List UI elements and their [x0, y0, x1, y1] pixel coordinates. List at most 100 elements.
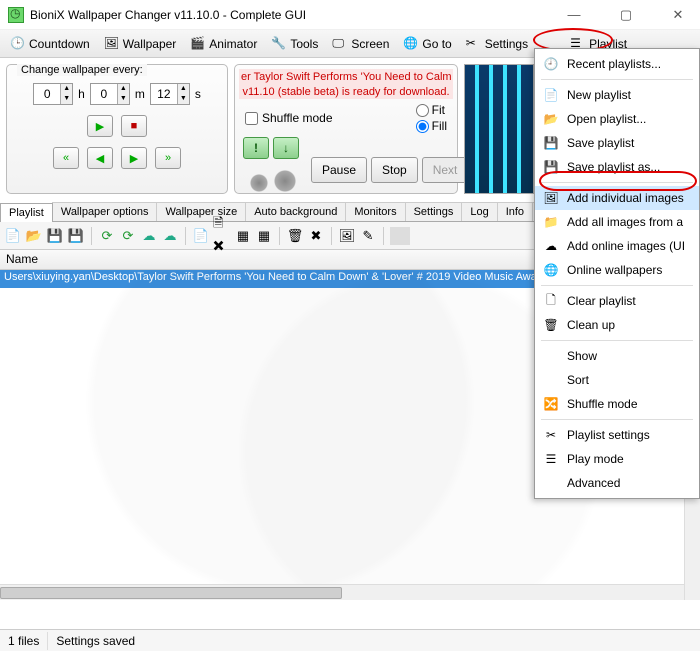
dd-save[interactable]: 💾Save playlist	[535, 131, 699, 155]
new-doc-icon[interactable]: 📄	[192, 227, 210, 245]
tab-playlist[interactable]: Playlist	[0, 203, 53, 222]
stop-button[interactable]: Stop	[371, 157, 418, 183]
scroll-thumb[interactable]	[0, 587, 342, 599]
edit-icon[interactable]: ✎	[359, 227, 377, 245]
pause-button[interactable]: Pause	[311, 157, 367, 183]
dd-online-wp[interactable]: 🌐 Online wallpapers	[535, 258, 699, 282]
hours-input[interactable]	[34, 84, 60, 104]
save-icon[interactable]: 💾	[46, 227, 64, 245]
dd-add-images-label: Add individual images	[567, 191, 684, 205]
seconds-label: s	[195, 87, 201, 101]
tab-auto-background[interactable]: Auto background	[245, 202, 346, 221]
update-panel: er Taylor Swift Performs 'You Need to Ca…	[234, 64, 458, 194]
new-icon[interactable]: 📄	[4, 227, 22, 245]
play-button[interactable]: ▶	[87, 115, 113, 137]
refresh-folder-icon[interactable]: ⟳	[119, 227, 137, 245]
mark-bad-button[interactable]: ↓	[273, 137, 299, 159]
close-button[interactable]: ✕	[664, 7, 692, 23]
crossed-tools-icon: ✂	[466, 36, 482, 52]
tab-wallpaper-size[interactable]: Wallpaper size	[156, 202, 246, 221]
seconds-input[interactable]	[151, 84, 177, 104]
clapper-icon: 🎬	[190, 36, 206, 52]
dd-recent[interactable]: 🕘Recent playlists...	[535, 52, 699, 76]
dd-add-online-label: Add online images (UI	[567, 239, 685, 253]
dd-online-wp-label: Online wallpapers	[567, 263, 662, 277]
dd-clean[interactable]: 🗑Clean up	[535, 313, 699, 337]
tab-info[interactable]: Info	[497, 202, 533, 221]
globe-icon: 🌐	[543, 262, 559, 278]
dd-new[interactable]: 📄New playlist	[535, 83, 699, 107]
dd-clean-label: Clean up	[567, 318, 615, 332]
next-small-button[interactable]: ▶	[121, 147, 147, 169]
playlist-dropdown: 🕘Recent playlists... 📄New playlist 📂Open…	[534, 48, 700, 499]
dd-open-label: Open playlist...	[567, 112, 646, 126]
saveas-icon[interactable]: 💾	[67, 227, 85, 245]
tab-wallpaper-options[interactable]: Wallpaper options	[52, 202, 158, 221]
seconds-spinner[interactable]: ▲▼	[150, 83, 190, 105]
del-doc-icon[interactable]: 🗎✖	[213, 227, 231, 245]
menu-goto[interactable]: 🌐Go to	[397, 34, 457, 54]
del-box-icon[interactable]: ▦	[234, 227, 252, 245]
stop-small-button[interactable]: ■	[121, 115, 147, 137]
shuffle-checkbox[interactable]: Shuffle mode	[245, 111, 333, 125]
menu-countdown[interactable]: 🕒Countdown	[4, 34, 96, 54]
window-title: BioniX Wallpaper Changer v11.10.0 - Comp…	[30, 8, 560, 22]
trash-icon[interactable]: 🗑	[286, 227, 304, 245]
dd-sort[interactable]: Sort	[535, 368, 699, 392]
minutes-label: m	[135, 87, 145, 101]
horizontal-scrollbar[interactable]	[0, 584, 684, 600]
minutes-input[interactable]	[91, 84, 117, 104]
tab-settings[interactable]: Settings	[405, 202, 463, 221]
dd-saveas[interactable]: 💾Save playlist as...	[535, 155, 699, 179]
cloud-icon[interactable]: ☁	[161, 227, 179, 245]
wallpaper-preview[interactable]	[464, 64, 534, 194]
wrench-icon: 🔧	[271, 36, 287, 52]
tab-monitors[interactable]: Monitors	[345, 202, 405, 221]
tab-log[interactable]: Log	[461, 202, 497, 221]
dd-open[interactable]: 📂Open playlist...	[535, 107, 699, 131]
change-wallpaper-panel: Change wallpaper every: ▲▼ h ▲▼ m ▲▼ s ▶…	[6, 64, 228, 194]
prev-img-icon[interactable]: 🖼	[338, 227, 356, 245]
mark-good-button[interactable]: !	[243, 137, 269, 159]
menu-wallpaper[interactable]: 🖼Wallpaper	[98, 34, 183, 54]
forward-button[interactable]: »	[155, 147, 181, 169]
minutes-spinner[interactable]: ▲▼	[90, 83, 130, 105]
del-file-icon[interactable]: ✖	[307, 227, 325, 245]
dd-shuffle[interactable]: 🔀Shuffle mode	[535, 392, 699, 416]
dd-add-all[interactable]: 📁Add all images from a	[535, 210, 699, 234]
fit-radio[interactable]: Fit	[416, 103, 447, 117]
prev-button[interactable]: ◀	[87, 147, 113, 169]
dd-play-mode[interactable]: ☰Play mode	[535, 447, 699, 471]
menu-screen[interactable]: 🖵Screen	[326, 34, 395, 54]
menu-settings-label: Settings	[485, 37, 528, 51]
hours-label: h	[78, 87, 85, 101]
dd-playmode-label: Play mode	[567, 452, 624, 466]
dd-show[interactable]: Show	[535, 344, 699, 368]
fit-label: Fit	[432, 103, 445, 117]
refresh-icon[interactable]: ⟳	[98, 227, 116, 245]
menu-tools[interactable]: 🔧Tools	[265, 34, 324, 54]
dd-advanced[interactable]: Advanced	[535, 471, 699, 495]
maximize-button[interactable]: ▢	[612, 7, 640, 23]
dd-add-images[interactable]: 🖼Add individual images	[535, 186, 699, 210]
next-button[interactable]: Next	[422, 157, 469, 183]
del-box2-icon[interactable]: ▦	[255, 227, 273, 245]
minimize-button[interactable]: —	[560, 7, 588, 23]
dd-add-online[interactable]: ☁Add online images (UI	[535, 234, 699, 258]
menu-settings[interactable]: ✂Settings	[460, 34, 534, 54]
dd-recent-label: Recent playlists...	[567, 57, 661, 71]
blank-icon[interactable]	[390, 227, 410, 245]
cloud-down-icon[interactable]: ☁	[140, 227, 158, 245]
dd-playlist-settings[interactable]: ✂Playlist settings	[535, 423, 699, 447]
dd-sort-label: Sort	[567, 373, 589, 387]
rewind-button[interactable]: «	[53, 147, 79, 169]
menu-wallpaper-label: Wallpaper	[123, 37, 177, 51]
dd-clear[interactable]: 🗋Clear playlist	[535, 289, 699, 313]
hours-spinner[interactable]: ▲▼	[33, 83, 73, 105]
fill-radio[interactable]: Fill	[416, 119, 447, 133]
separator	[383, 227, 384, 245]
menu-countdown-label: Countdown	[29, 37, 90, 51]
menu-goto-label: Go to	[422, 37, 451, 51]
menu-animator[interactable]: 🎬Animator	[184, 34, 263, 54]
open-folder-icon[interactable]: 📂	[25, 227, 43, 245]
